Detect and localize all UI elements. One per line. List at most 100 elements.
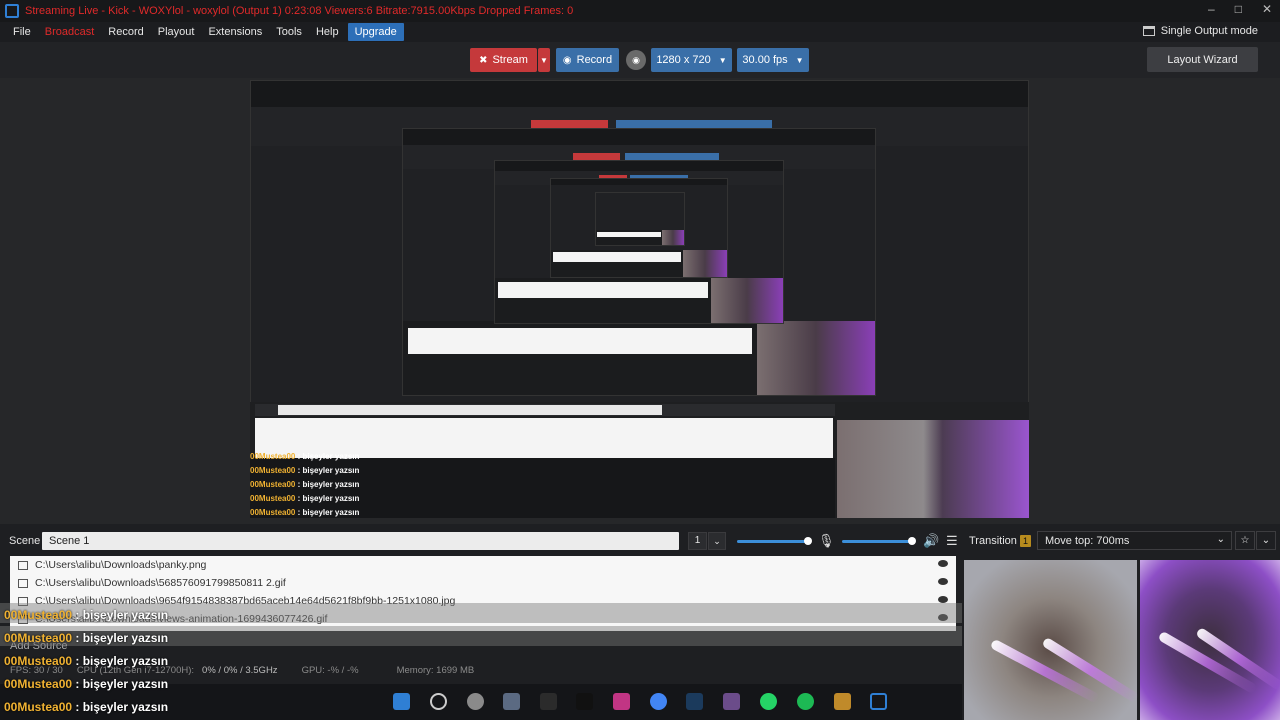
stream-button[interactable]: ✖ Stream	[470, 48, 537, 72]
minimize-icon[interactable]: –	[1208, 2, 1215, 16]
stream-icon: ✖	[479, 54, 488, 66]
status-gpu: GPU: -% / -%	[301, 664, 359, 676]
pen-icon[interactable]	[540, 693, 557, 710]
record-label: Record	[576, 54, 613, 66]
preview-area: 00Mustea00 : bişeyler yazsın 00Mustea00 …	[0, 78, 1280, 524]
source-row[interactable]: C:\Users\alibu\Downloads\568576091799850…	[10, 574, 956, 592]
preview-dock	[250, 402, 1029, 518]
transition-badge: 1	[1020, 535, 1031, 547]
transition-value: Move top: 700ms	[1045, 535, 1130, 547]
nested-frame-5	[595, 192, 685, 246]
status-memory: Memory: 1699 MB	[396, 664, 475, 676]
main-toolbar: ✖ Stream ▼ ◉ Record ◉ 1280 x 720 ▼ 30.00…	[0, 42, 1280, 78]
maximize-icon[interactable]: □	[1235, 2, 1242, 16]
menu-tools[interactable]: Tools	[269, 23, 309, 41]
record-icon: ◉	[562, 54, 572, 66]
source-row[interactable]: C:\Users\alibu\Downloads\panky.png	[10, 556, 956, 574]
desktop-volume-slider[interactable]	[842, 540, 914, 543]
source-path: C:\Users\alibu\Downloads\568576091799850…	[35, 577, 286, 589]
source-path: C:\Users\alibu\Downloads\panky.png	[35, 559, 207, 571]
scene-dropdown[interactable]: ⌄	[708, 532, 726, 550]
chevron-down-icon: ⌄	[1216, 534, 1225, 545]
webcam-overlay	[964, 560, 1280, 720]
chat-text: : bişeyler yazsın	[72, 631, 169, 645]
upgrade-button[interactable]: Upgrade	[347, 23, 404, 41]
menu-broadcast[interactable]: Broadcast	[38, 23, 102, 41]
fps-dropdown[interactable]: 30.00 fps ▼	[737, 48, 809, 72]
chrome-icon[interactable]	[650, 693, 667, 710]
chat-text: : bişeyler yazsın	[72, 700, 169, 714]
stream-label: Stream	[492, 54, 528, 66]
webcam-face-left	[964, 560, 1140, 720]
output-mode-toggle[interactable]: Single Output mode	[1142, 25, 1258, 37]
title-bar: Streaming Live - Kick - WOXYlol - woxylo…	[0, 0, 1280, 22]
tiktok-icon[interactable]	[576, 693, 593, 710]
resolution-dropdown[interactable]: 1280 x 720 ▼	[651, 48, 732, 72]
close-icon[interactable]: ✕	[1262, 2, 1272, 16]
chevron-down-icon: ▼	[540, 55, 548, 65]
chat-message: 00Mustea00 : bişeyler yazsın	[4, 677, 168, 691]
chat-message: 00Mustea00 : bişeyler yazsın	[4, 654, 168, 668]
menu-help[interactable]: Help	[309, 23, 346, 41]
spotify-icon[interactable]	[797, 693, 814, 710]
transition-menu-icon[interactable]: ⌄	[1256, 531, 1276, 550]
whatsapp-icon[interactable]	[760, 693, 777, 710]
chat-user: 00Mustea00	[4, 654, 73, 668]
preview-canvas[interactable]: 00Mustea00 : bişeyler yazsın 00Mustea00 …	[250, 80, 1029, 518]
menu-record[interactable]: Record	[101, 23, 150, 41]
eye-icon[interactable]	[938, 596, 948, 603]
image-icon	[18, 560, 28, 570]
mic-volume-slider[interactable]	[737, 540, 810, 543]
transition-select[interactable]: Move top: 700ms ⌄	[1037, 531, 1232, 550]
eye-icon[interactable]	[938, 560, 948, 567]
desktop-volume-knob[interactable]	[908, 537, 916, 545]
transition-label: Transition	[969, 535, 1017, 547]
search-icon[interactable]	[430, 693, 447, 710]
windows-start-icon[interactable]	[393, 693, 410, 710]
gallery-icon[interactable]	[723, 693, 740, 710]
scene-name-field[interactable]: Scene 1	[42, 532, 679, 550]
steam-icon[interactable]	[686, 693, 703, 710]
mic-volume-knob[interactable]	[804, 537, 812, 545]
camera-icon: ◉	[632, 54, 640, 65]
app-icon	[5, 4, 19, 18]
resolution-value: 1280 x 720	[656, 54, 711, 66]
chat-message: 00Mustea00 : bişeyler yazsın	[4, 700, 168, 714]
layout-wizard-button[interactable]: Layout Wizard	[1147, 47, 1258, 72]
chat-text: : bişeyler yazsın	[72, 608, 169, 622]
favorite-icon[interactable]: ☆	[1235, 531, 1255, 550]
microphone-icon[interactable]: 🎙	[818, 533, 835, 549]
scene-bar: Scene Scene 1 1 ⌄ 🎙 🔊 ☰	[0, 532, 962, 552]
output-mode-label: Single Output mode	[1160, 25, 1258, 37]
chat-message: 00Mustea00 : bişeyler yazsın	[4, 608, 168, 622]
streaming-app-icon[interactable]	[870, 693, 887, 710]
menu-playout[interactable]: Playout	[151, 23, 202, 41]
settings-app-icon[interactable]	[503, 693, 520, 710]
obs-icon[interactable]	[467, 693, 484, 710]
chevron-down-icon: ⌄	[713, 536, 721, 546]
stream-dropdown[interactable]: ▼	[538, 48, 550, 72]
menu-bar: File Broadcast Record Playout Extensions…	[0, 22, 1280, 42]
chat-user: 00Mustea00	[4, 700, 73, 714]
scene-number[interactable]: 1	[688, 532, 707, 550]
fps-value: 30.00 fps	[742, 54, 788, 66]
chevron-down-icon: ▼	[718, 55, 727, 65]
speaker-icon[interactable]: 🔊	[923, 533, 939, 549]
chat-user: 00Mustea00	[4, 631, 73, 645]
mixer-icon[interactable]: ☰	[946, 533, 958, 549]
window-title: Streaming Live - Kick - WOXYlol - woxylo…	[25, 5, 574, 17]
chat-text: : bişeyler yazsın	[72, 654, 169, 668]
app-icon[interactable]	[834, 693, 851, 710]
chat-user: 00Mustea00	[4, 677, 73, 691]
menu-file[interactable]: File	[6, 23, 38, 41]
chat-user: 00Mustea00	[4, 608, 73, 622]
snapshot-button[interactable]: ◉	[626, 50, 646, 70]
status-cpu-value: 0% / 0% / 3.5GHz	[202, 664, 278, 676]
record-button[interactable]: ◉ Record	[556, 48, 619, 72]
eye-icon[interactable]	[938, 578, 948, 585]
chat-message: 00Mustea00 : bişeyler yazsın	[4, 631, 168, 645]
instagram-icon[interactable]	[613, 693, 630, 710]
menu-extensions[interactable]: Extensions	[201, 23, 269, 41]
chat-text: : bişeyler yazsın	[72, 677, 169, 691]
scene-label: Scene	[9, 535, 41, 547]
